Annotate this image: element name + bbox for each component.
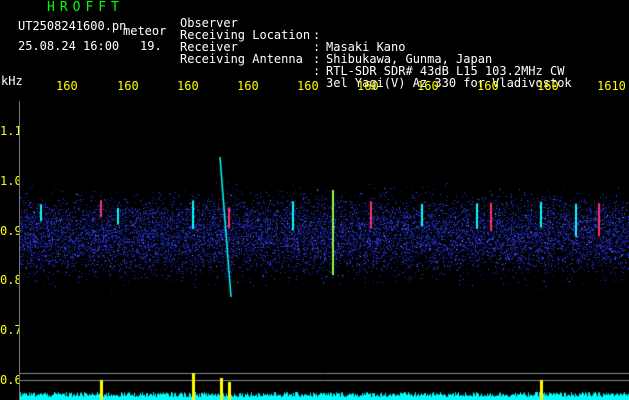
- time-tick-label: 160: [297, 79, 319, 93]
- time-tick-label: 160: [417, 79, 439, 93]
- time-tick-label: 160: [537, 79, 559, 93]
- hrofft-screen: HROFFT UT2508241600.pn meteor 25.08.24 1…: [0, 0, 629, 400]
- time-tick-label: 160: [56, 79, 78, 93]
- time-tick-label: 160: [237, 79, 259, 93]
- meteor-label: meteor: [123, 24, 167, 38]
- time-tick-label: 160: [477, 79, 499, 93]
- spectrogram-canvas: [20, 102, 629, 372]
- signal-monitor-canvas: [20, 370, 629, 400]
- capture-datetime: 25.08.24 16:00: [18, 39, 120, 53]
- info-colon: :: [313, 64, 321, 78]
- frequency-unit-label: kHz: [1, 74, 23, 88]
- time-tick-label: 160: [357, 79, 379, 93]
- file-name: UT2508241600.pn: [18, 19, 127, 33]
- time-tick-label: 1610: [597, 79, 626, 93]
- info-label: Receiving Antenna: [180, 52, 303, 66]
- app-title: HROFFT: [47, 0, 124, 15]
- time-tick-label: 160: [177, 79, 199, 93]
- time-tick-label: 160: [117, 79, 139, 93]
- meteor-count: 19.: [140, 39, 162, 53]
